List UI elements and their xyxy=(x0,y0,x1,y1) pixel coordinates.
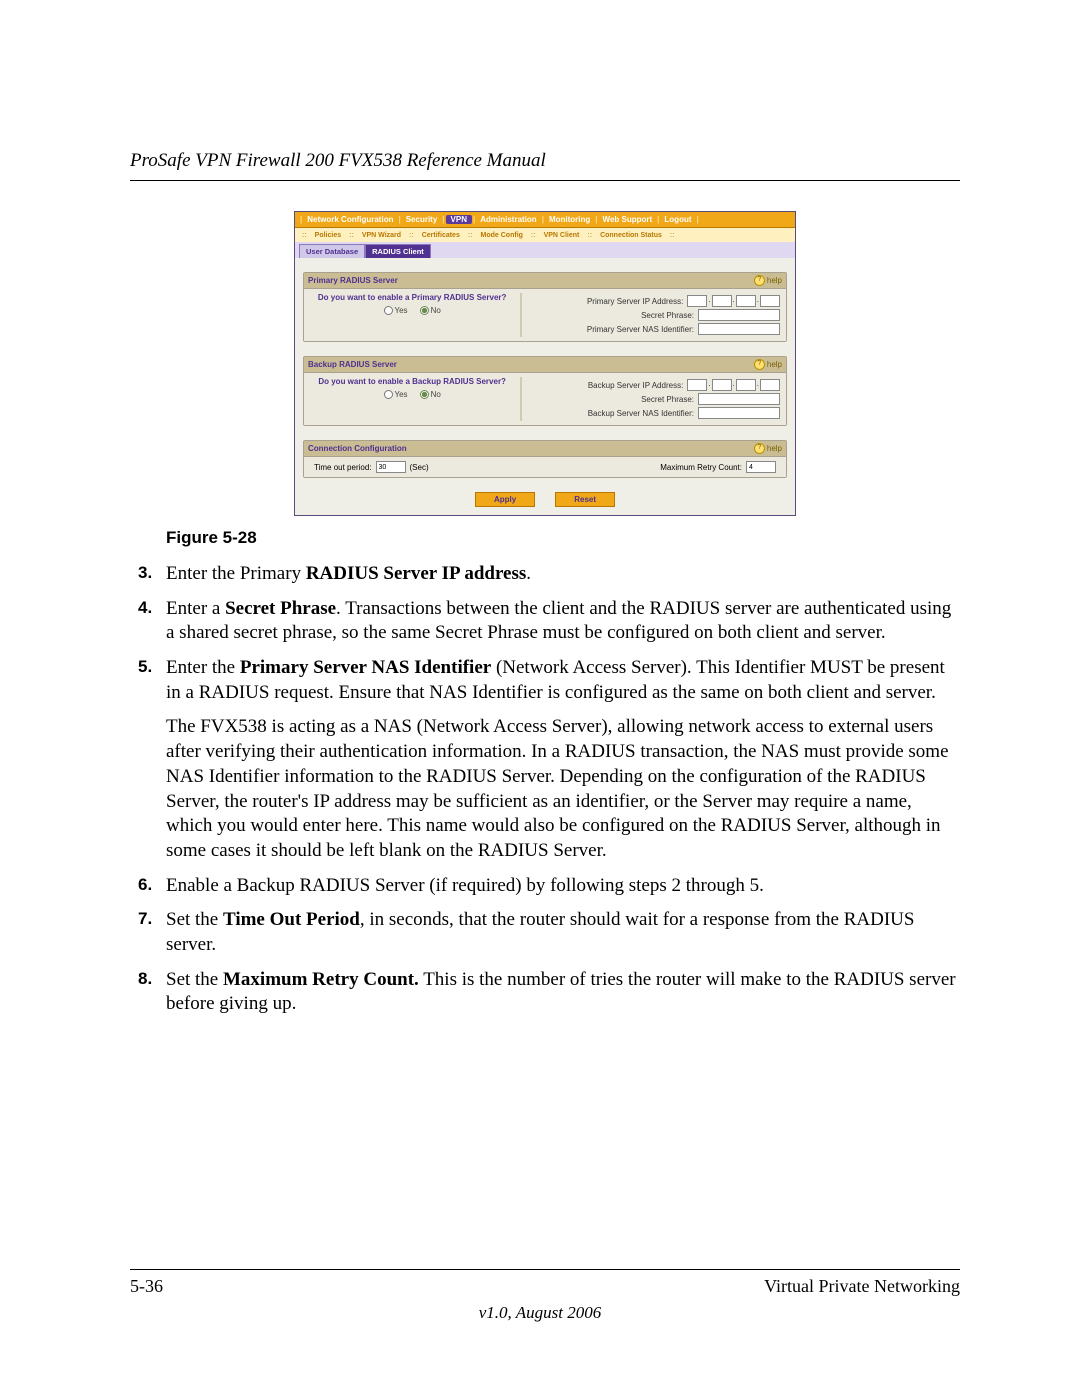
top-tabs: | Network Configuration| Security| VPN| … xyxy=(295,212,795,228)
primary-ip-4[interactable] xyxy=(760,295,780,307)
sub-tabs: :: Policies:: VPN Wizard:: Certificates:… xyxy=(295,228,795,242)
backup-no-radio[interactable] xyxy=(420,390,429,399)
tab-websupport[interactable]: Web Support xyxy=(599,215,657,224)
header-rule xyxy=(130,180,960,181)
timeout-label: Time out period: xyxy=(314,463,372,472)
backup-ip-3[interactable] xyxy=(736,379,756,391)
subtab-vpnclient[interactable]: VPN Client xyxy=(541,232,583,239)
apply-button[interactable]: Apply xyxy=(475,492,535,507)
help-icon: ? xyxy=(754,359,765,370)
subtab-certificates[interactable]: Certificates xyxy=(419,232,463,239)
page-number: 5-36 xyxy=(130,1276,163,1297)
primary-no-label[interactable]: No xyxy=(420,306,441,315)
section-tabs: User Database RADIUS Client xyxy=(295,242,795,258)
tab-security[interactable]: Security xyxy=(402,215,442,224)
primary-title: Primary RADIUS Server xyxy=(308,276,398,285)
conn-panel: Connection Configuration ? help Time out… xyxy=(303,440,787,478)
backup-nas-label: Backup Server NAS Identifier: xyxy=(588,409,694,418)
section-name: Virtual Private Networking xyxy=(764,1276,960,1297)
primary-yes-radio[interactable] xyxy=(384,306,393,315)
primary-nas-label: Primary Server NAS Identifier: xyxy=(587,325,694,334)
backup-secret-input[interactable] xyxy=(698,393,780,405)
conn-help[interactable]: ? help xyxy=(754,443,782,454)
sectab-radius[interactable]: RADIUS Client xyxy=(365,244,431,258)
action-row: Apply Reset xyxy=(295,486,795,515)
primary-ip-3[interactable] xyxy=(736,295,756,307)
primary-secret-input[interactable] xyxy=(698,309,780,321)
primary-ip-input: ... xyxy=(687,295,780,307)
timeout-input[interactable] xyxy=(376,461,406,473)
page-header: ProSafe VPN Firewall 200 FVX538 Referenc… xyxy=(130,150,960,172)
retry-input[interactable] xyxy=(746,461,776,473)
backup-no-label[interactable]: No xyxy=(420,390,441,399)
backup-ip-1[interactable] xyxy=(687,379,707,391)
reset-button[interactable]: Reset xyxy=(555,492,615,507)
tab-logout[interactable]: Logout xyxy=(660,215,695,224)
subtab-modeconfig[interactable]: Mode Config xyxy=(478,232,526,239)
primary-question: Do you want to enable a Primary RADIUS S… xyxy=(310,293,514,302)
timeout-unit: (Sec) xyxy=(410,463,429,472)
version-footer: v1.0, August 2006 xyxy=(0,1303,1080,1323)
backup-ip-label: Backup Server IP Address: xyxy=(588,381,683,390)
primary-help[interactable]: ? help xyxy=(754,275,782,286)
backup-secret-label: Secret Phrase: xyxy=(641,395,694,404)
backup-panel: Backup RADIUS Server ? help Do you want … xyxy=(303,356,787,426)
backup-question: Do you want to enable a Backup RADIUS Se… xyxy=(310,377,514,386)
sectab-userdb[interactable]: User Database xyxy=(299,244,365,258)
backup-title: Backup RADIUS Server xyxy=(308,360,397,369)
figure: | Network Configuration| Security| VPN| … xyxy=(130,211,960,516)
backup-ip-2[interactable] xyxy=(712,379,732,391)
primary-secret-label: Secret Phrase: xyxy=(641,311,694,320)
retry-label: Maximum Retry Count: xyxy=(660,463,742,472)
backup-nas-input[interactable] xyxy=(698,407,780,419)
backup-help[interactable]: ? help xyxy=(754,359,782,370)
tab-administration[interactable]: Administration xyxy=(476,215,540,224)
help-icon: ? xyxy=(754,275,765,286)
primary-no-radio[interactable] xyxy=(420,306,429,315)
backup-yes-radio[interactable] xyxy=(384,390,393,399)
subtab-connstatus[interactable]: Connection Status xyxy=(597,232,665,239)
primary-ip-1[interactable] xyxy=(687,295,707,307)
subtab-policies[interactable]: Policies xyxy=(312,232,344,239)
primary-ip-2[interactable] xyxy=(712,295,732,307)
tab-vpn[interactable]: VPN xyxy=(446,215,472,224)
tab-monitoring[interactable]: Monitoring xyxy=(545,215,594,224)
primary-yes-label[interactable]: Yes xyxy=(384,306,408,315)
tab-network[interactable]: Network Configuration xyxy=(303,215,397,224)
figure-caption: Figure 5-28 xyxy=(166,528,960,548)
page-footer: 5-36 Virtual Private Networking xyxy=(130,1269,960,1297)
conn-title: Connection Configuration xyxy=(308,444,407,453)
backup-yes-label[interactable]: Yes xyxy=(384,390,408,399)
step5-paragraph: The FVX538 is acting as a NAS (Network A… xyxy=(166,715,960,863)
instructions: 3. Enter the Primary RADIUS Server IP ad… xyxy=(130,562,960,1017)
primary-nas-input[interactable] xyxy=(698,323,780,335)
router-ui: | Network Configuration| Security| VPN| … xyxy=(294,211,796,516)
primary-panel: Primary RADIUS Server ? help Do you want… xyxy=(303,272,787,342)
primary-ip-label: Primary Server IP Address: xyxy=(587,297,683,306)
backup-ip-4[interactable] xyxy=(760,379,780,391)
subtab-vpnwizard[interactable]: VPN Wizard xyxy=(359,232,404,239)
help-icon: ? xyxy=(754,443,765,454)
backup-ip-input: ... xyxy=(687,379,780,391)
